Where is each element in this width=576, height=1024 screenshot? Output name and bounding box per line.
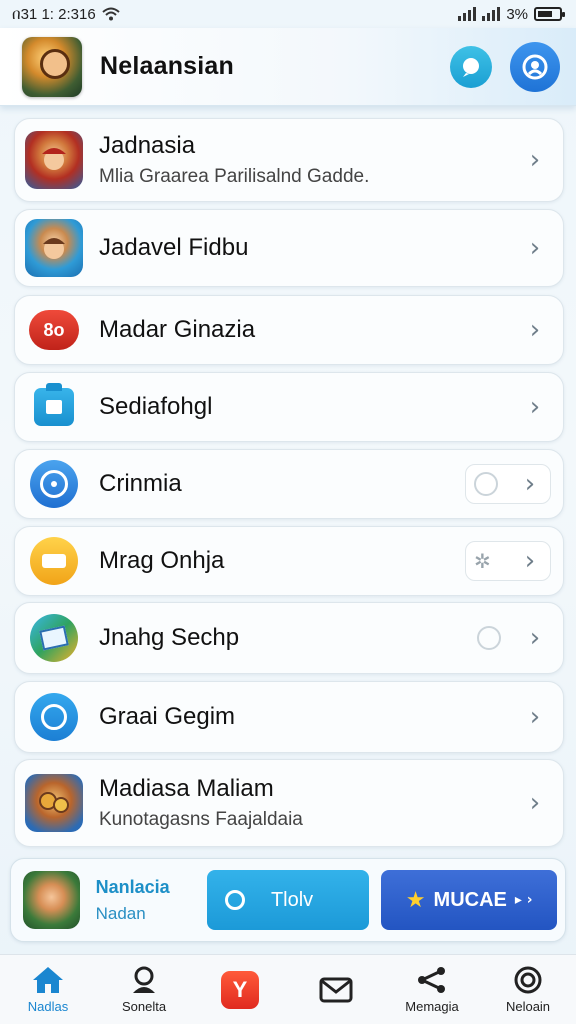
nav-label: Nadlas (27, 999, 69, 1014)
promo-primary-label: MUCAE (433, 888, 507, 911)
nav-home[interactable]: Nadlas (0, 955, 96, 1024)
item-subtitle: Mlia Graarea Parilisalnd Gadde. (99, 166, 370, 187)
nav-label: Neloain (505, 999, 551, 1014)
item-title: Madiasa Maliam (99, 775, 274, 802)
game-character-icon (25, 219, 83, 277)
chevron-right-icon: › (529, 702, 541, 732)
promo-secondary-label: Tlolv (270, 888, 314, 911)
search-button[interactable] (450, 45, 492, 88)
nav-target[interactable]: Neloain (480, 955, 576, 1024)
chevron-right-icon: › (529, 623, 541, 653)
nav-label: Sonelta (121, 999, 167, 1014)
list-item[interactable]: Mrag Onhja ✲ › (14, 526, 564, 596)
item-title: Jadnasia (99, 132, 196, 159)
mail-icon (319, 977, 353, 1002)
action-pill[interactable]: ✲ › (465, 541, 551, 581)
nav-app[interactable]: Y (192, 955, 288, 1024)
item-title: Sediafohgl (99, 393, 213, 420)
action-pill[interactable]: › (465, 464, 551, 504)
nav-label: Memagia (405, 999, 459, 1014)
share-icon (418, 967, 445, 993)
promo-game-icon (23, 871, 80, 929)
game-items-icon (25, 774, 83, 832)
list-item[interactable]: Jadnasia Mlia Graarea Parilisalnd Gadde.… (14, 118, 564, 202)
star-icon: ★ (405, 887, 426, 913)
chevron-right-icon: › (529, 392, 541, 422)
chevron-right-icon: › (529, 145, 541, 175)
chevron-right-icon: › (524, 469, 536, 499)
item-title: Mrag Onhja (99, 547, 225, 574)
list-item[interactable]: 8o Madar Ginazia › (14, 295, 564, 365)
list-item[interactable]: Jadavel Fidbu › (14, 209, 564, 287)
app-logo-icon: Y (221, 970, 259, 1009)
status-time: በ31 1: 2:316 (12, 5, 96, 23)
promo-title: Nanlacia (95, 876, 170, 897)
promo-subtitle: Nadan (95, 903, 146, 923)
list-item[interactable]: Madiasa Maliam Kunotagasns Faajaldaia › (14, 759, 564, 847)
promo-primary-button[interactable]: ★ MUCAE ▸ › (381, 870, 557, 930)
play-arrow-icon: ▸ › (514, 892, 533, 908)
red-badge-icon: 8o (25, 301, 83, 359)
chevron-right-icon: › (524, 546, 536, 576)
basket-icon (25, 532, 83, 590)
list-item[interactable]: Graai Gegim › (14, 681, 564, 753)
signal-icon-2 (482, 7, 501, 21)
list-item[interactable]: Sediafohgl › (14, 372, 564, 442)
bottom-navigation: Nadlas Sonelta Y Memagia Neloain (0, 954, 576, 1024)
settings-gear-icon: ✲ (474, 549, 491, 573)
chevron-right-icon: › (529, 233, 541, 263)
list-item[interactable]: Jnahg Sechp › (14, 602, 564, 674)
list-item[interactable]: Crinmia › (14, 449, 564, 519)
person-icon (133, 966, 155, 993)
item-title: Madar Ginazia (99, 316, 256, 343)
game-character-icon (25, 131, 83, 189)
location-icon (224, 890, 245, 910)
app-header: Nelaansian (0, 28, 576, 106)
battery-percent: 3% (506, 5, 528, 23)
home-icon (33, 967, 63, 993)
item-title: Crinmia (99, 470, 182, 497)
page-title: Nelaansian (100, 52, 235, 80)
item-title: Jadavel Fidbu (99, 234, 249, 261)
promo-banner: Nanlacia Nadan Tlolv ★ MUCAE ▸ › (10, 858, 566, 942)
search-icon (463, 57, 479, 77)
battery-icon (534, 7, 565, 21)
target-icon (514, 966, 542, 994)
circle-icon (25, 688, 83, 746)
wifi-icon (102, 7, 120, 21)
photo-edit-icon (25, 609, 83, 667)
chevron-right-icon: › (529, 315, 541, 345)
status-bar: በ31 1: 2:316 3% (0, 0, 576, 28)
profile-button[interactable] (510, 41, 560, 92)
camera-icon (25, 378, 83, 436)
compass-icon (25, 455, 83, 513)
nav-people[interactable]: Sonelta (96, 955, 192, 1024)
nav-share[interactable]: Memagia (384, 955, 480, 1024)
signal-icon (458, 7, 477, 21)
chevron-right-icon: › (529, 788, 541, 818)
app-logo (22, 36, 82, 97)
item-subtitle: Kunotagasns Faajaldaia (99, 809, 303, 830)
promo-secondary-button[interactable]: Tlolv (206, 870, 370, 930)
item-title: Graai Gegim (99, 703, 236, 730)
badge-label: 8o (29, 310, 79, 350)
chat-bubble-icon (477, 626, 501, 650)
nav-mail[interactable] (288, 955, 384, 1024)
item-title: Jnahg Sechp (99, 624, 240, 651)
user-icon (522, 54, 548, 79)
chat-bubble-icon (474, 472, 498, 496)
